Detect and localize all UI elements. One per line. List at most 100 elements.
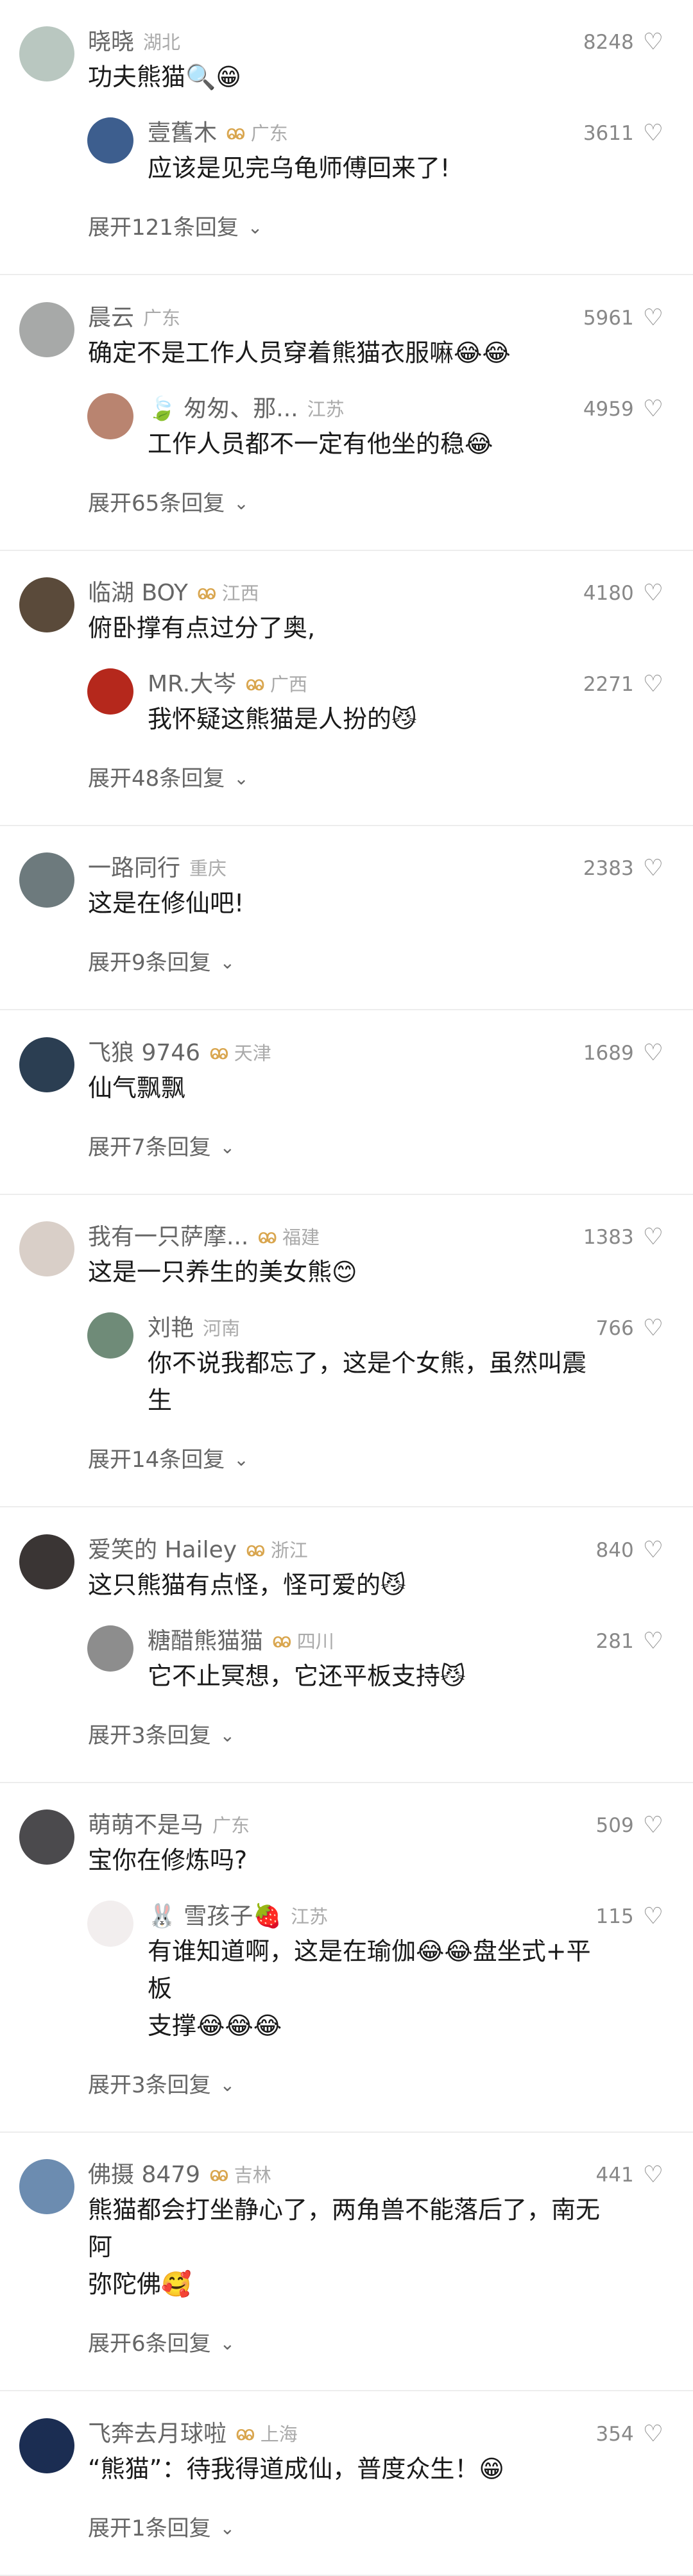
comment-text[interactable]: 熊猫都会打坐静心了，两角兽不能落后了，南无阿 弥陀佛🥰 [88,2191,610,2303]
username[interactable]: 萌萌不是马 [88,1809,203,1842]
heart-icon[interactable]: ♡ [643,668,663,700]
name-line: 佛摄 8479 ⱺⱺ 吉林 [88,2159,610,2191]
username[interactable]: 晨云 [88,302,134,334]
comment-text[interactable]: 它不止冥想，它还平板支持😼 [148,1657,610,1695]
avatar[interactable] [19,1534,74,1589]
username[interactable]: 佛摄 8479 [88,2159,200,2191]
expand-replies-button[interactable]: 展开6条回复 ⌄ [88,2328,693,2359]
chevron-down-icon: ⌄ [219,952,235,974]
heart-icon[interactable]: ♡ [643,1809,663,1842]
avatar[interactable] [87,668,133,715]
heart-icon[interactable]: ♡ [643,1625,663,1657]
chevron-down-icon: ⌄ [234,492,249,514]
avatar[interactable] [19,852,74,908]
heart-icon[interactable]: ♡ [643,393,663,425]
username[interactable]: MR.大岑 [148,668,236,700]
like-button[interactable]: 1689 ♡ [583,1037,663,1069]
heart-icon[interactable]: ♡ [643,2159,663,2191]
ip-location: 广东 [143,307,181,329]
comment-text[interactable]: 仙气飘飘 [88,1069,610,1106]
expand-replies-button[interactable]: 展开121条回复 ⌄ [88,212,693,243]
expand-replies-label: 展开3条回复 [88,2072,211,2098]
avatar[interactable] [19,301,74,357]
avatar[interactable] [87,393,133,439]
comment-text[interactable]: 确定不是工作人员穿着熊猫衣服嘛😂😂 [88,334,610,371]
comment-text[interactable]: 这只熊猫有点怪，怪可爱的😼 [88,1566,610,1604]
comment-text[interactable]: 有谁知道啊，这是在瑜伽😂😂盘坐式+平板 支撑😂😂😂 [148,1933,610,2044]
like-button[interactable]: 8248 ♡ [583,26,663,58]
chevron-down-icon: ⌄ [234,1449,249,1471]
comment-text[interactable]: 功夫熊猫🔍😁 [88,58,610,96]
heart-icon[interactable]: ♡ [643,1221,663,1253]
like-button[interactable]: 1383 ♡ [583,1221,663,1253]
expand-replies-button[interactable]: 展开14条回复 ⌄ [88,1445,693,1475]
heart-icon[interactable]: ♡ [643,1037,663,1069]
like-button[interactable]: 5961 ♡ [583,302,663,334]
comment-text[interactable]: 我怀疑这熊猫是人扮的😼 [148,700,610,738]
expand-replies-label: 展开6条回复 [88,2331,211,2357]
like-button[interactable]: 4959 ♡ [583,393,663,425]
avatar[interactable] [19,26,74,82]
username[interactable]: 一路同行 [88,852,180,885]
username[interactable]: 🍃 匆匆、那... [148,393,298,425]
like-button[interactable]: 281 ♡ [596,1625,663,1657]
username[interactable]: 壹舊木 [148,117,217,149]
heart-icon[interactable]: ♡ [643,302,663,334]
like-button[interactable]: 4180 ♡ [583,577,663,609]
like-count: 5961 [583,306,634,330]
avatar[interactable] [87,1625,133,1672]
username[interactable]: 飞狼 9746 [88,1037,200,1069]
heart-icon[interactable]: ♡ [643,852,663,885]
like-button[interactable]: 441 ♡ [596,2159,663,2191]
username[interactable]: 刘艳 [148,1312,194,1344]
comment-text[interactable]: 俯卧撑有点过分了奥, [88,609,610,647]
heart-icon[interactable]: ♡ [643,2418,663,2450]
username[interactable]: 飞奔去月球啦 [88,2418,227,2450]
avatar[interactable] [19,2418,74,2473]
expand-replies-button[interactable]: 展开48条回复 ⌄ [88,763,693,794]
like-button[interactable]: 354 ♡ [596,2418,663,2450]
avatar[interactable] [19,2159,74,2215]
comment-text[interactable]: 这是在修仙吧! [88,885,610,922]
expand-replies-button[interactable]: 展开65条回复 ⌄ [88,488,693,519]
username[interactable]: 🐰 雪孩子🍓 [148,1901,282,1933]
username[interactable]: 爱笑的 Hailey [88,1534,237,1566]
name-line: 刘艳 河南 [148,1312,610,1344]
avatar[interactable] [87,1900,133,1947]
avatar[interactable] [87,117,133,164]
heart-icon[interactable]: ♡ [643,577,663,609]
like-button[interactable]: 509 ♡ [596,1809,663,1842]
avatar[interactable] [87,1312,133,1359]
like-button[interactable]: 766 ♡ [596,1312,663,1344]
expand-replies-button[interactable]: 展开1条回复 ⌄ [88,2513,693,2544]
comment-text[interactable]: 这是一只养生的美女熊😊 [88,1253,610,1291]
avatar[interactable] [19,1809,74,1865]
comment-text[interactable]: 工作人员都不一定有他坐的稳😂 [148,425,610,462]
avatar[interactable] [19,577,74,633]
like-button[interactable]: 3611 ♡ [583,117,663,149]
comment-text[interactable]: 你不说我都忘了，这是个女熊，虽然叫震生 [148,1344,610,1419]
heart-icon[interactable]: ♡ [643,1312,663,1344]
comment-text[interactable]: 应该是见完乌龟师傅回来了! [148,149,610,187]
heart-icon[interactable]: ♡ [643,117,663,149]
expand-replies-button[interactable]: 展开9条回复 ⌄ [88,947,693,978]
username[interactable]: 我有一只萨摩... [88,1221,248,1253]
like-button[interactable]: 2271 ♡ [583,668,663,700]
name-line: 壹舊木 ⱺⱺ 广东 [148,117,610,149]
username[interactable]: 临湖 BOY [88,577,188,609]
like-button[interactable]: 840 ♡ [596,1534,663,1566]
heart-icon[interactable]: ♡ [643,1901,663,1933]
like-button[interactable]: 2383 ♡ [583,852,663,885]
like-button[interactable]: 115 ♡ [596,1901,663,1933]
heart-icon[interactable]: ♡ [643,1534,663,1566]
comment-text[interactable]: “熊猫”：待我得道成仙，普度众生！😁 [88,2450,610,2487]
expand-replies-button[interactable]: 展开3条回复 ⌄ [88,2070,693,2101]
username[interactable]: 糖醋熊猫猫 [148,1625,263,1657]
expand-replies-button[interactable]: 展开7条回复 ⌄ [88,1132,693,1163]
username[interactable]: 晓晓 [88,26,134,58]
avatar[interactable] [19,1037,74,1092]
comment-text[interactable]: 宝你在修炼吗? [88,1842,610,1879]
expand-replies-button[interactable]: 展开3条回复 ⌄ [88,1720,693,1751]
avatar[interactable] [19,1221,74,1277]
heart-icon[interactable]: ♡ [643,26,663,58]
